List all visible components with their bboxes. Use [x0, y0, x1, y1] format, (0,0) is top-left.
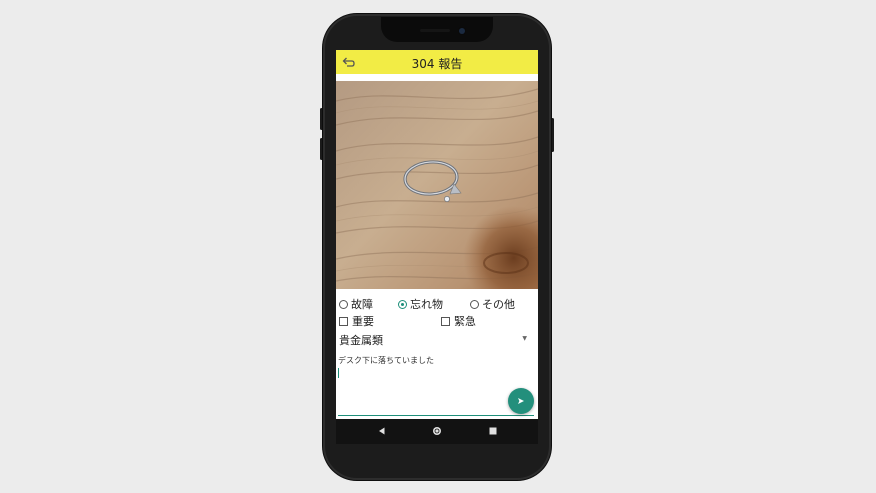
flags-checkbox-group: 重要 緊急	[336, 313, 538, 329]
earpiece	[420, 29, 450, 32]
photo-preview[interactable]	[336, 81, 538, 289]
send-icon	[518, 398, 524, 404]
checkbox-important[interactable]: 重要	[339, 313, 374, 329]
radio-label: その他	[482, 298, 515, 311]
radio-button[interactable]	[470, 299, 479, 309]
stage: 304 報告 故障 忘れ物 その他 重要 緊急 貴金属類 ▼ デスク下に落ちてい…	[0, 0, 876, 493]
checkbox-label: 緊急	[454, 315, 476, 328]
text-cursor	[338, 368, 339, 378]
radio-button[interactable]	[339, 299, 348, 309]
app-bar: 304 報告	[336, 50, 538, 74]
checkbox-urgent[interactable]: 緊急	[441, 313, 476, 329]
send-button[interactable]	[508, 388, 534, 414]
radio-option-other[interactable]: その他	[470, 296, 515, 312]
phone-screen: 304 報告 故障 忘れ物 その他 重要 緊急 貴金属類 ▼ デスク下に落ちてい…	[336, 50, 538, 444]
system-nav-bar	[336, 419, 538, 444]
home-circle-icon[interactable]	[432, 426, 442, 436]
radio-option-lost-item[interactable]: 忘れ物	[398, 296, 443, 312]
checkbox[interactable]	[339, 316, 348, 326]
back-triangle-icon[interactable]	[377, 426, 387, 436]
category-radio-group: 故障 忘れ物 その他	[336, 296, 538, 312]
checkbox-label: 重要	[352, 315, 374, 328]
memo-underline	[338, 415, 534, 416]
radio-label: 忘れ物	[410, 298, 443, 311]
item-type-dropdown[interactable]: 貴金属類 ▼	[339, 332, 527, 347]
checkbox[interactable]	[441, 316, 450, 326]
front-camera	[459, 28, 465, 34]
radio-label: 故障	[351, 298, 373, 311]
radio-button-selected[interactable]	[398, 299, 407, 309]
radio-option-malfunction[interactable]: 故障	[339, 296, 373, 312]
page-title: 304 報告	[411, 57, 463, 71]
dropdown-caret-icon: ▼	[522, 335, 527, 342]
dropdown-value: 貴金属類	[339, 334, 383, 347]
memo-text: デスク下に落ちていました	[338, 356, 434, 365]
recents-square-icon[interactable]	[488, 426, 498, 436]
power-button	[551, 118, 554, 152]
memo-textarea[interactable]: デスク下に落ちていました	[338, 355, 536, 415]
